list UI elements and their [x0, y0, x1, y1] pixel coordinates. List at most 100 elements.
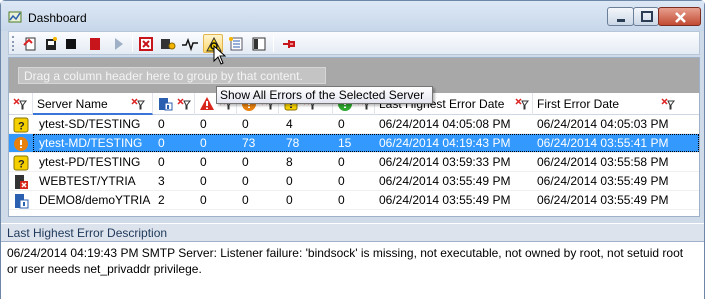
cell-server: ytest-MD/TESTING: [39, 136, 143, 150]
cell-first-error-date: 06/24/2014 03:55:49 PM: [537, 193, 669, 207]
cell-server: WEBTEST/YTRIA: [39, 174, 136, 188]
toolbar-new-button[interactable]: [41, 34, 61, 53]
play-icon: [115, 38, 123, 50]
toolbar-pin-button[interactable]: [279, 34, 299, 53]
cell-server: DEMO8/demoYTRIA: [39, 193, 151, 207]
title-bar[interactable]: Dashboard: [1, 1, 704, 31]
toolbar-record-button[interactable]: [85, 34, 105, 53]
server-info-icon: [159, 98, 173, 111]
table-row[interactable]: ? ytest-PD/TESTING 0 0 0 8 0 06/24/2014 …: [9, 153, 699, 172]
filter-icon[interactable]: [515, 98, 529, 110]
close-icon: [675, 12, 686, 23]
connect-server-icon: [23, 37, 36, 51]
toolbar-grip[interactable]: [12, 36, 15, 51]
header-first-error-date[interactable]: First Error Date: [533, 93, 699, 115]
tooltip: Show All Errors of the Selected Server: [216, 86, 433, 104]
toolbar-list-button[interactable]: [226, 34, 246, 53]
table-row[interactable]: DEMO8/demoYTRIA 2 0 0 0 0 06/24/2014 03:…: [9, 191, 699, 210]
cell-server-info-count: 0: [158, 117, 165, 131]
toolbar-server-settings-button[interactable]: [158, 34, 178, 53]
question-icon: ?: [13, 117, 29, 133]
clear-errors-icon: [139, 37, 153, 51]
dashboard-window: Dashboard Drag a column header here to g…: [0, 0, 705, 299]
cell-last-highest-error-date: 06/24/2014 04:05:08 PM: [379, 117, 511, 131]
error-icon: [14, 137, 28, 151]
server-info-icon: [15, 194, 29, 209]
cell-first-error-date: 06/24/2014 03:55:41 PM: [537, 136, 669, 150]
toolbar-separator: [273, 35, 274, 52]
new-window-icon: [46, 37, 57, 50]
toolbar-separator: [132, 35, 133, 52]
cell-normal-count: 15: [338, 136, 352, 150]
cell-error-count: 0: [242, 155, 249, 169]
window-title: Dashboard: [28, 11, 87, 25]
question-icon: ?: [13, 155, 29, 171]
cell-first-error-date: 06/24/2014 04:05:03 PM: [537, 117, 669, 131]
svg-text:?: ?: [18, 159, 25, 171]
cell-critical-count: 0: [200, 193, 207, 207]
cell-server-info-count: 2: [158, 193, 165, 207]
toolbar-play-button[interactable]: [109, 34, 129, 53]
dashboard-app-icon: [8, 11, 22, 23]
header-server-name[interactable]: Server Name: [33, 93, 153, 115]
filter-icon: [13, 98, 27, 110]
group-by-hint: Drag a column header here to group by th…: [18, 67, 326, 84]
cell-error-count: 0: [242, 193, 249, 207]
cell-normal-count: 0: [338, 174, 345, 188]
toolbar-connect-button[interactable]: [21, 34, 41, 53]
toolbar-clear-button[interactable]: [136, 34, 156, 53]
server-gear-icon: [161, 39, 176, 50]
server-grid: Drag a column header here to group by th…: [8, 57, 700, 217]
cell-warning-count: 0: [286, 174, 293, 188]
cell-server-info-count: 3: [158, 174, 165, 188]
mouse-cursor-icon: [213, 45, 227, 65]
cell-critical-count: 0: [200, 117, 207, 131]
toolbar-stop-button[interactable]: [61, 34, 81, 53]
cell-first-error-date: 06/24/2014 03:55:49 PM: [537, 174, 669, 188]
cell-critical-count: 0: [200, 174, 207, 188]
header-first-error-date-label: First Error Date: [537, 97, 620, 111]
cell-error-count: 0: [242, 174, 249, 188]
table-row[interactable]: ? ytest-SD/TESTING 0 0 0 4 0 06/24/2014 …: [9, 115, 699, 134]
filter-icon[interactable]: [661, 98, 675, 110]
pin-icon: [283, 40, 295, 48]
list-icon: [229, 37, 243, 51]
cell-normal-count: 0: [338, 117, 345, 131]
cell-last-highest-error-date: 06/24/2014 03:59:33 PM: [379, 155, 511, 169]
cell-normal-count: 0: [338, 193, 345, 207]
header-server-info-count[interactable]: [153, 93, 195, 115]
cell-warning-count: 8: [286, 155, 293, 169]
cell-error-count: 0: [242, 117, 249, 131]
description-panel-title: Last Highest Error Description: [1, 223, 704, 241]
cell-first-error-date: 06/24/2014 03:55:58 PM: [537, 155, 669, 169]
cell-server: ytest-SD/TESTING: [39, 117, 141, 131]
minimize-button[interactable]: [607, 7, 634, 26]
description-panel[interactable]: 06/24/2014 04:19:43 PM SMTP Server: List…: [1, 241, 704, 299]
cell-server-info-count: 0: [158, 155, 165, 169]
svg-text:?: ?: [18, 121, 25, 133]
cell-normal-count: 0: [338, 155, 345, 169]
toolbar-layout-button[interactable]: [249, 34, 269, 53]
filter-icon[interactable]: [177, 98, 191, 110]
cell-server-info-count: 0: [158, 136, 165, 150]
header-status[interactable]: [9, 93, 33, 115]
header-server-name-label: Server Name: [37, 97, 108, 111]
cell-last-highest-error-date: 06/24/2014 04:19:43 PM: [379, 136, 511, 150]
table-row[interactable]: WEBTEST/YTRIA 3 0 0 0 0 06/24/2014 03:55…: [9, 172, 699, 191]
cell-warning-count: 4: [286, 117, 293, 131]
critical-icon: [200, 97, 214, 110]
server-down-icon: [15, 175, 28, 189]
cell-server: ytest-PD/TESTING: [39, 155, 141, 169]
maximize-button[interactable]: [633, 7, 659, 26]
table-row-selected[interactable]: ytest-MD/TESTING 0 0 73 78 15 06/24/2014…: [9, 134, 699, 153]
close-button[interactable]: [658, 7, 701, 26]
cell-warning-count: 78: [286, 136, 300, 150]
toolbar-monitor-button[interactable]: [180, 34, 200, 53]
cell-warning-count: 0: [286, 193, 293, 207]
pulse-icon: [182, 37, 198, 52]
toolbar: [8, 31, 700, 55]
description-text: 06/24/2014 04:19:43 PM SMTP Server: List…: [7, 246, 684, 276]
filter-icon[interactable]: [131, 98, 145, 110]
layout-icon: [252, 37, 266, 51]
cell-critical-count: 0: [200, 155, 207, 169]
